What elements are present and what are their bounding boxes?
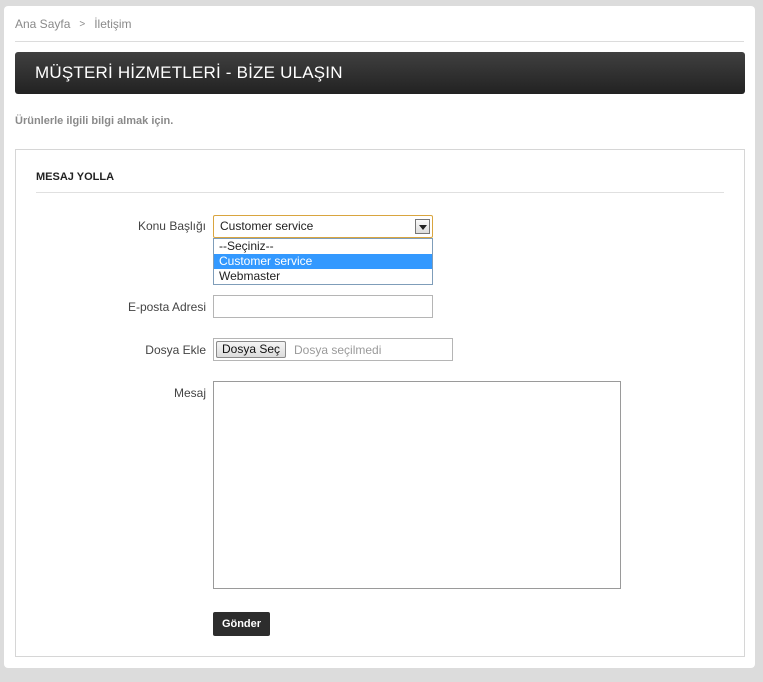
file-status-text: Dosya seçilmedi <box>294 343 382 357</box>
subject-option-webmaster[interactable]: Webmaster <box>214 269 432 284</box>
breadcrumb-home-link[interactable]: Ana Sayfa <box>15 17 70 31</box>
breadcrumb-current: İletişim <box>94 17 132 31</box>
subject-option-customer-service[interactable]: Customer service <box>214 254 432 269</box>
message-label: Mesaj <box>173 386 206 400</box>
choose-file-button[interactable]: Dosya Seç <box>216 341 287 358</box>
breadcrumb: Ana Sayfa > İletişim <box>15 17 132 31</box>
subject-label: Konu Başlığı <box>137 219 206 233</box>
chevron-down-icon[interactable] <box>415 219 430 234</box>
submit-button[interactable]: Gönder <box>213 612 270 636</box>
email-label: E-posta Adresi <box>127 300 206 314</box>
email-field[interactable] <box>213 295 433 318</box>
breadcrumb-separator: > <box>79 19 86 30</box>
subject-dropdown-list: --Seçiniz-- Customer service Webmaster <box>213 238 433 285</box>
page-title: MÜŞTERİ HİZMETLERİ - BİZE ULAŞIN <box>15 52 745 94</box>
intro-text: Ürünlerle ilgili bilgi almak için. <box>15 115 174 127</box>
subject-option-placeholder[interactable]: --Seçiniz-- <box>214 239 432 254</box>
subject-select-value: Customer service <box>220 219 314 233</box>
page-container: Ana Sayfa > İletişim MÜŞTERİ HİZMETLERİ - … <box>4 6 755 668</box>
attachment-label: Dosya Ekle <box>145 343 206 357</box>
breadcrumb-divider <box>15 41 744 42</box>
subject-select[interactable]: Customer service <box>213 215 433 238</box>
file-input[interactable]: Dosya Seç Dosya seçilmedi <box>213 338 453 361</box>
form-section-title: MESAJ YOLLA <box>36 171 115 183</box>
message-textarea[interactable] <box>213 381 621 589</box>
form-section-divider <box>36 192 724 193</box>
contact-form-panel: MESAJ YOLLA Konu Başlığı Customer servic… <box>15 149 745 657</box>
